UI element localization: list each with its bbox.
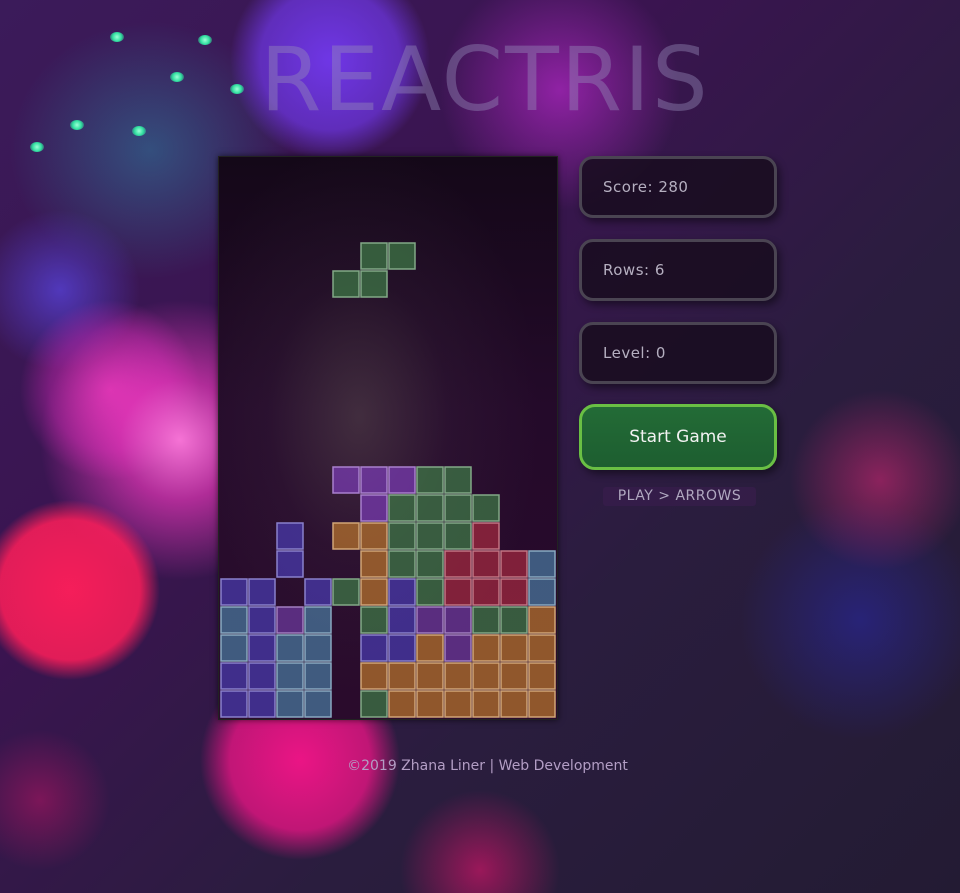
board-block bbox=[276, 634, 304, 662]
rows-panel: Rows: 6 bbox=[579, 239, 777, 301]
board-block bbox=[360, 578, 388, 606]
active-piece-block bbox=[388, 242, 416, 270]
board-block bbox=[528, 550, 556, 578]
board-block bbox=[360, 662, 388, 690]
board-block bbox=[304, 634, 332, 662]
board-block bbox=[276, 550, 304, 578]
board-block bbox=[304, 690, 332, 718]
board-block bbox=[472, 550, 500, 578]
board-block bbox=[304, 578, 332, 606]
board-block bbox=[528, 578, 556, 606]
board-block bbox=[388, 550, 416, 578]
board-block bbox=[472, 494, 500, 522]
board-block bbox=[388, 466, 416, 494]
board-block bbox=[388, 606, 416, 634]
board-block bbox=[220, 690, 248, 718]
board-block bbox=[444, 522, 472, 550]
game-board[interactable] bbox=[218, 156, 558, 720]
board-block bbox=[248, 690, 276, 718]
start-game-button[interactable]: Start Game bbox=[579, 404, 777, 470]
board-block bbox=[276, 606, 304, 634]
board-block bbox=[444, 634, 472, 662]
active-piece-block bbox=[360, 270, 388, 298]
board-block bbox=[528, 662, 556, 690]
board-block bbox=[220, 662, 248, 690]
board-block bbox=[388, 578, 416, 606]
board-block bbox=[388, 634, 416, 662]
board-block bbox=[472, 690, 500, 718]
board-block bbox=[416, 606, 444, 634]
board-block bbox=[332, 522, 360, 550]
board-block bbox=[304, 606, 332, 634]
board-block bbox=[472, 522, 500, 550]
board-block bbox=[528, 690, 556, 718]
board-block bbox=[220, 606, 248, 634]
board-block bbox=[388, 494, 416, 522]
board-block bbox=[444, 494, 472, 522]
board-block bbox=[500, 690, 528, 718]
rows-label: Rows: 6 bbox=[603, 261, 665, 279]
score-panel: Score: 280 bbox=[579, 156, 777, 218]
board-block bbox=[500, 606, 528, 634]
board-block bbox=[444, 550, 472, 578]
board-block bbox=[416, 662, 444, 690]
board-block bbox=[416, 494, 444, 522]
board-block bbox=[444, 578, 472, 606]
board-block bbox=[360, 466, 388, 494]
board-block bbox=[416, 634, 444, 662]
board-block bbox=[360, 634, 388, 662]
footer-credit: ©2019 Zhana Liner | Web Development bbox=[347, 758, 628, 774]
board-block bbox=[332, 578, 360, 606]
level-label: Level: 0 bbox=[603, 344, 666, 362]
board-block bbox=[388, 690, 416, 718]
board-block bbox=[416, 578, 444, 606]
board-block bbox=[248, 578, 276, 606]
board-block bbox=[304, 662, 332, 690]
level-panel: Level: 0 bbox=[579, 322, 777, 384]
board-block bbox=[416, 466, 444, 494]
board-block bbox=[360, 606, 388, 634]
board-block bbox=[248, 634, 276, 662]
board-block bbox=[332, 466, 360, 494]
board-block bbox=[472, 578, 500, 606]
board-block bbox=[360, 522, 388, 550]
light-dot bbox=[30, 142, 44, 152]
board-block bbox=[472, 606, 500, 634]
board-block bbox=[500, 578, 528, 606]
board-block bbox=[416, 690, 444, 718]
board-block bbox=[444, 662, 472, 690]
board-block bbox=[248, 662, 276, 690]
board-block bbox=[360, 550, 388, 578]
controls-hint: PLAY > ARROWS bbox=[603, 487, 756, 506]
board-block bbox=[444, 466, 472, 494]
board-block bbox=[220, 634, 248, 662]
app-title: REACTRIS bbox=[260, 28, 710, 131]
board-block bbox=[388, 662, 416, 690]
board-block bbox=[444, 606, 472, 634]
board-block bbox=[472, 662, 500, 690]
board-block bbox=[276, 522, 304, 550]
board-block bbox=[500, 662, 528, 690]
board-block bbox=[528, 634, 556, 662]
board-block bbox=[444, 690, 472, 718]
board-block bbox=[276, 662, 304, 690]
board-block bbox=[500, 634, 528, 662]
active-piece-block bbox=[360, 242, 388, 270]
board-block bbox=[388, 522, 416, 550]
score-label: Score: 280 bbox=[603, 178, 689, 196]
board-block bbox=[360, 690, 388, 718]
board-block bbox=[360, 494, 388, 522]
board-block bbox=[500, 550, 528, 578]
board-block bbox=[248, 606, 276, 634]
board-grid bbox=[220, 242, 556, 718]
active-piece-block bbox=[332, 270, 360, 298]
board-block bbox=[416, 522, 444, 550]
board-block bbox=[220, 578, 248, 606]
board-block bbox=[276, 690, 304, 718]
board-block bbox=[528, 606, 556, 634]
board-block bbox=[416, 550, 444, 578]
board-block bbox=[472, 634, 500, 662]
